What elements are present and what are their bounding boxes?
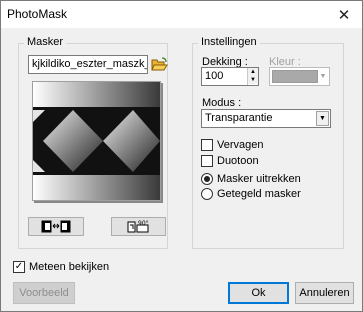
rotate-90-icon: 90° [127,220,149,233]
rotate-90-label: 90° [138,220,149,227]
radio-tile-label: Getegeld masker [217,188,301,200]
mask-preview-image [33,82,160,200]
chevron-down-icon[interactable]: ▼ [316,111,329,126]
window-title: PhotoMask [7,7,68,21]
ok-button[interactable]: Ok [228,282,289,304]
title-bar: PhotoMask ✕ [1,1,362,28]
duotoon-checkbox[interactable]: Duotoon [201,155,259,167]
radio-masker-uitrekken[interactable]: Masker uitrekken [201,173,301,185]
dekking-spinner[interactable]: 100 ▲ ▼ [201,67,259,86]
vervagen-label: Vervagen [217,139,264,151]
kleur-color-picker: ▼ [269,67,330,86]
radio-stretch-label: Masker uitrekken [217,173,301,185]
swap-mask-icon [41,220,71,233]
voorbeeld-button: Voorbeeld [13,282,75,304]
close-button[interactable]: ✕ [326,1,362,28]
chevron-down-icon: ▼ [319,73,327,80]
spin-up-icon[interactable]: ▲ [248,68,258,76]
modus-value: Transparantie [205,112,273,124]
masker-group-label: Masker [24,36,67,48]
radio-tile-dot[interactable] [201,188,213,200]
duotoon-box[interactable] [201,155,213,167]
radio-getegeld-masker[interactable]: Getegeld masker [201,188,301,200]
annuleren-button[interactable]: Annuleren [295,282,354,304]
modus-select[interactable]: Transparantie ▼ [201,109,331,128]
dekking-spin-arrows[interactable]: ▲ ▼ [247,68,258,85]
modus-label: Modus : [202,97,242,109]
meteen-bekijken-box[interactable]: ✓ [13,261,25,273]
folder-open-icon[interactable] [150,55,168,73]
dekking-value: 100 [205,70,224,82]
vervagen-checkbox[interactable]: Vervagen [201,139,263,151]
swap-mask-button[interactable] [28,217,84,236]
radio-stretch-dot[interactable] [201,173,213,185]
meteen-bekijken-label: Meteen bekijken [29,261,110,273]
settings-group-label: Instellingen [198,36,260,48]
mask-filename-field[interactable]: kjkildiko_eszter_maszk_1.jpg [28,55,148,74]
photomask-dialog: PhotoMask ✕ Masker kjkildiko_eszter_masz… [0,0,363,312]
mask-preview [32,81,161,201]
spin-down-icon[interactable]: ▼ [248,76,258,84]
duotoon-label: Duotoon [217,155,259,167]
rotate-90-button[interactable]: 90° [111,217,166,236]
meteen-bekijken-checkbox[interactable]: ✓ Meteen bekijken [13,261,109,273]
kleur-color-swatch [272,70,318,83]
vervagen-box[interactable] [201,139,213,151]
